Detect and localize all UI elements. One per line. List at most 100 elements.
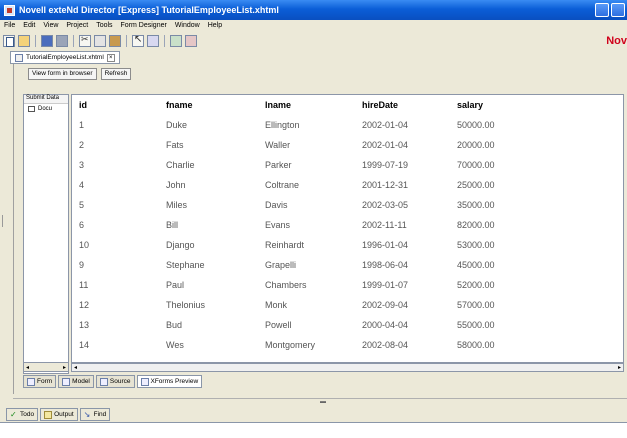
table-row: 6 Bill Evans 2002-11-11 82000.00 [72, 215, 557, 235]
open-folder-icon[interactable] [18, 34, 30, 47]
document-tab[interactable]: TutorialEmployeeList.xhtml × [10, 51, 120, 64]
tree-item-document[interactable]: Docu [24, 104, 68, 114]
view-in-browser-button[interactable]: View form in browser [28, 68, 97, 80]
tab-form[interactable]: Form [23, 375, 57, 388]
cell-lname: Ellington [265, 120, 300, 130]
tab-source[interactable]: Source [95, 375, 135, 388]
table-row: 3 Charlie Parker 1999-07-19 70000.00 [72, 155, 557, 175]
cell-id: 5 [79, 200, 85, 210]
cell-fname: John [166, 180, 186, 190]
table-row: 14 Wes Montgomery 2002-08-04 58000.00 [72, 335, 557, 355]
form-icon [27, 377, 35, 386]
cell-salary: 45000.00 [457, 260, 495, 270]
cell-id: 2 [79, 140, 85, 150]
cell-hiredate: 2000-04-04 [362, 320, 409, 330]
menu-view[interactable]: View [43, 22, 58, 29]
model-icon [62, 377, 71, 386]
cell-salary: 25000.00 [457, 180, 495, 190]
employee-table: id fname lname hireDate salary 1 Duke El… [72, 95, 557, 355]
cell-id: 10 [79, 240, 90, 250]
xhtml-file-icon [15, 53, 23, 62]
pane-splitter[interactable]: ▬ [13, 398, 627, 405]
paste-icon[interactable] [109, 34, 121, 47]
table-row: 5 Miles Davis 2002-03-05 35000.00 [72, 195, 557, 215]
menu-form-designer[interactable]: Form Designer [121, 22, 167, 29]
left-panel-scrollbar[interactable]: ◂ ▸ [23, 362, 69, 372]
form-tool-icon[interactable] [170, 34, 182, 47]
tab-label: Output [54, 411, 74, 418]
cell-salary: 50000.00 [457, 120, 495, 130]
cell-fname: Miles [166, 200, 188, 210]
save-icon[interactable] [41, 34, 53, 47]
cell-salary: 35000.00 [457, 200, 495, 210]
window-title: Novell exteNd Director [Express] Tutoria… [19, 5, 279, 15]
menu-project[interactable]: Project [66, 22, 88, 29]
document-icon [28, 106, 35, 112]
tab-todo[interactable]: ✓ Todo [6, 408, 39, 421]
scroll-left-arrow-icon[interactable]: ◂ [26, 364, 29, 371]
main-toolbar [0, 32, 627, 49]
cell-lname: Monk [265, 300, 288, 310]
scroll-right-arrow-icon[interactable]: ▸ [63, 364, 66, 371]
cell-lname: Chambers [265, 280, 307, 290]
xforms-preview-pane: id fname lname hireDate salary 1 Duke El… [71, 94, 624, 363]
cell-hiredate: 1999-01-07 [362, 280, 409, 290]
column-header-id: id [79, 100, 87, 110]
table-row: 1 Duke Ellington 2002-01-04 50000.00 [72, 115, 557, 135]
tab-xforms-preview[interactable]: XForms Preview [136, 375, 203, 388]
cell-hiredate: 2002-09-04 [362, 300, 409, 310]
cell-id: 11 [79, 280, 89, 290]
tab-find[interactable]: ↘ Find [79, 408, 111, 421]
table-row: 4 John Coltrane 2001-12-31 25000.00 [72, 175, 557, 195]
table-row: 2 Fats Waller 2002-01-04 20000.00 [72, 135, 557, 155]
toolbar-separator [35, 34, 36, 47]
table-row: 9 Stephane Grapelli 1998-06-04 45000.00 [72, 255, 557, 275]
tab-label: XForms Preview [150, 378, 199, 385]
table-row: 10 Django Reinhardt 1996-01-04 53000.00 [72, 235, 557, 255]
new-file-icon[interactable] [3, 34, 15, 47]
side-panel-handle[interactable] [2, 215, 7, 227]
cell-id: 3 [79, 160, 85, 170]
pointer-icon[interactable] [132, 34, 144, 47]
debug-icon[interactable] [185, 34, 197, 47]
tab-label: Model [72, 378, 90, 385]
cell-hiredate: 2002-01-04 [362, 120, 409, 130]
tab-output[interactable]: Output [40, 408, 78, 421]
cell-fname: Thelonius [166, 300, 206, 310]
cell-id: 14 [79, 340, 90, 350]
cell-salary: 20000.00 [457, 140, 495, 150]
menu-edit[interactable]: Edit [23, 22, 35, 29]
find-icon: ↘ [83, 409, 91, 419]
close-tab-icon[interactable]: × [106, 53, 115, 62]
minimize-button[interactable] [595, 3, 609, 17]
column-header-hiredate: hireDate [362, 100, 399, 110]
cell-hiredate: 1998-06-04 [362, 260, 409, 270]
preview-button-row: View form in browser Refresh [28, 68, 132, 80]
cell-lname: Waller [265, 140, 291, 150]
form-editor: View form in browser Refresh Submit Data… [13, 64, 627, 394]
cell-lname: Coltrane [265, 180, 300, 190]
refresh-button[interactable]: Refresh [100, 68, 132, 80]
cut-icon[interactable] [79, 34, 91, 47]
cell-id: 1 [79, 120, 85, 130]
submit-data-panel: Submit Data Docu [23, 94, 69, 374]
menu-tools[interactable]: Tools [96, 22, 112, 29]
menu-window[interactable]: Window [175, 22, 200, 29]
menu-file[interactable]: File [4, 22, 15, 29]
panel-header: Submit Data [24, 95, 68, 104]
preview-horizontal-scrollbar[interactable]: ◂ ▸ [71, 363, 624, 372]
column-header-fname: fname [166, 100, 193, 110]
tree-item-label: Docu [38, 106, 53, 112]
scroll-left-arrow-icon[interactable]: ◂ [74, 364, 77, 371]
deploy-icon[interactable] [147, 34, 159, 47]
cell-hiredate: 1999-07-19 [362, 160, 409, 170]
copy-icon[interactable] [94, 34, 106, 47]
print-icon[interactable] [56, 34, 68, 47]
title-bar: Novell exteNd Director [Express] Tutoria… [0, 0, 627, 20]
maximize-button[interactable] [611, 3, 625, 17]
tab-model[interactable]: Model [58, 375, 94, 388]
scroll-right-arrow-icon[interactable]: ▸ [618, 364, 621, 371]
menu-help[interactable]: Help [208, 22, 222, 29]
editor-view-tabs: Form Model Source XForms Preview [23, 375, 203, 388]
cell-salary: 52000.00 [457, 280, 495, 290]
